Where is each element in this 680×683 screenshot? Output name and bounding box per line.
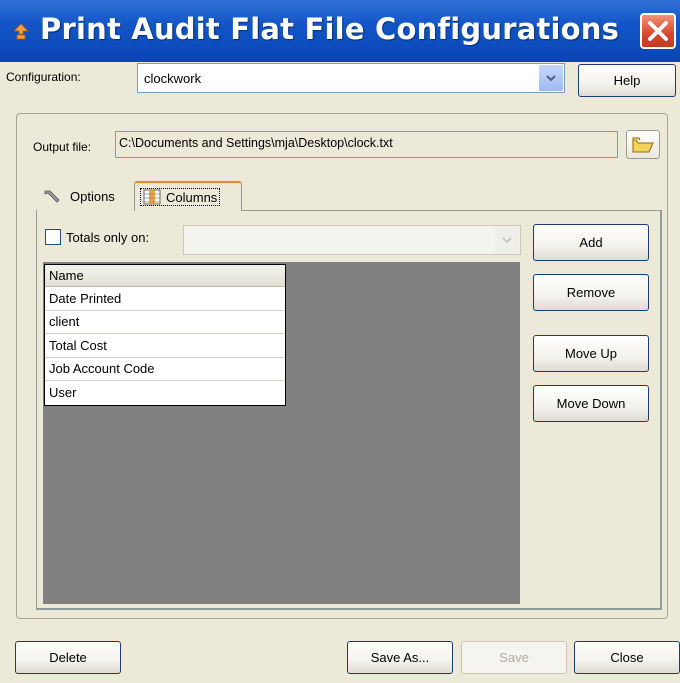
table-row[interactable]: User [45, 381, 285, 405]
configuration-value: clockwork [144, 71, 202, 86]
save-as-button[interactable]: Save As... [347, 641, 453, 674]
columns-icon [143, 189, 161, 205]
close-button[interactable]: Close [574, 641, 680, 674]
close-x-icon [648, 21, 668, 41]
configuration-label: Configuration: [6, 70, 81, 84]
delete-button[interactable]: Delete [15, 641, 121, 674]
add-button[interactable]: Add [533, 224, 649, 261]
table-row[interactable]: Date Printed [45, 287, 285, 311]
close-window-button[interactable] [640, 13, 676, 49]
output-file-label: Output file: [33, 140, 92, 154]
chevron-down-icon[interactable] [539, 65, 563, 91]
totals-only-checkbox[interactable] [45, 229, 61, 245]
chevron-down-icon [495, 227, 519, 253]
table-row[interactable]: Total Cost [45, 334, 285, 358]
browse-button[interactable] [626, 130, 660, 159]
move-down-button[interactable]: Move Down [533, 385, 649, 422]
print-audit-icon [13, 23, 29, 40]
move-up-button[interactable]: Move Up [533, 335, 649, 372]
columns-table[interactable]: Name Date Printed client Total Cost Job … [44, 264, 286, 406]
tab-columns[interactable]: Columns [134, 181, 242, 211]
tab-options-label: Options [70, 188, 115, 204]
totals-only-label: Totals only on: [66, 230, 150, 245]
column-header-name[interactable]: Name [45, 265, 285, 287]
folder-icon [632, 137, 654, 152]
remove-button[interactable]: Remove [533, 274, 649, 311]
configuration-select[interactable]: clockwork [137, 63, 565, 93]
totals-field-select [183, 225, 521, 255]
window-title: Print Audit Flat File Configurations [40, 12, 620, 46]
table-row[interactable]: Job Account Code [45, 358, 285, 381]
help-button[interactable]: Help [578, 64, 676, 97]
tab-options[interactable]: Options [42, 184, 115, 208]
output-file-field[interactable]: C:\Documents and Settings\mja\Desktop\cl… [115, 131, 618, 158]
output-file-value: C:\Documents and Settings\mja\Desktop\cl… [119, 136, 393, 150]
table-row[interactable]: client [45, 311, 285, 334]
tab-columns-label: Columns [166, 189, 218, 205]
save-button: Save [461, 641, 567, 674]
wrench-icon [44, 190, 60, 203]
